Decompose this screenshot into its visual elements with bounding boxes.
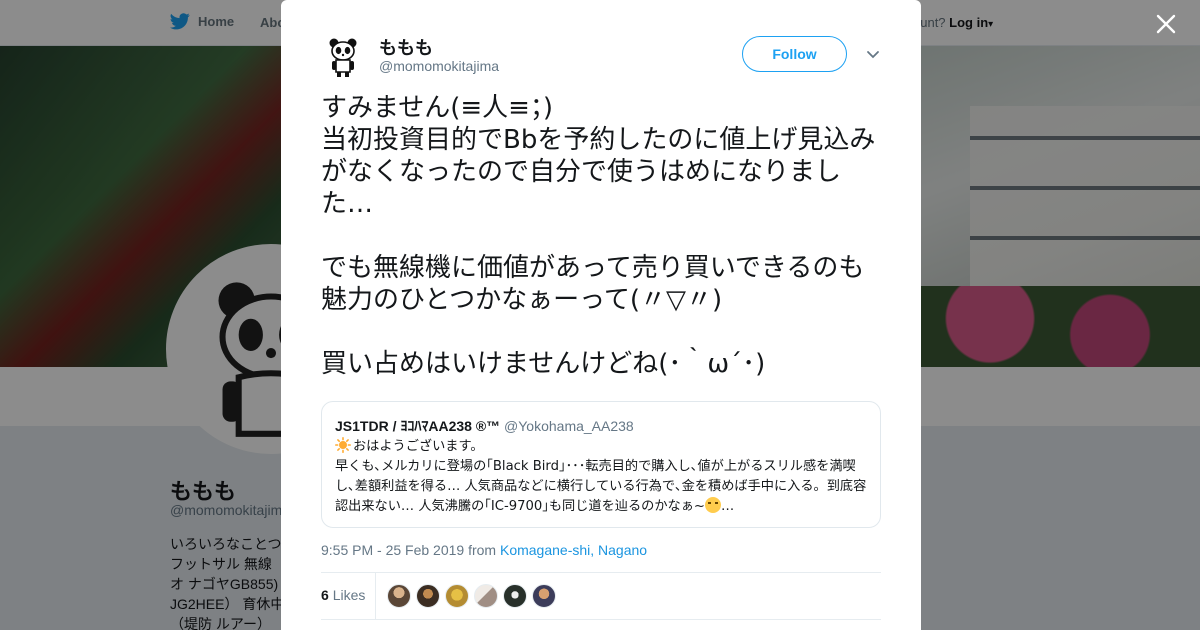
stats-divider bbox=[375, 573, 376, 619]
liker-avatar[interactable] bbox=[387, 584, 411, 608]
sun-emoji-icon bbox=[335, 437, 351, 453]
chevron-down-icon[interactable] bbox=[865, 46, 881, 62]
likes-stat[interactable]: 6 Likes bbox=[321, 587, 365, 603]
tweet-location-link[interactable]: Komagane-shi, Nagano bbox=[500, 542, 647, 558]
tweet-modal: ももも @momomokitajima Follow すみません(≡人≡；) 当… bbox=[281, 0, 921, 630]
tweet-stats: 6 Likes bbox=[321, 572, 881, 620]
quoted-tweet-text: おはようございます。 早くも､メルカリに登場の｢Black Bird｣･･･転売… bbox=[335, 437, 870, 517]
likes-count: 6 bbox=[321, 587, 329, 603]
author-name[interactable]: ももも bbox=[379, 34, 433, 60]
close-icon[interactable] bbox=[1154, 12, 1178, 36]
liker-avatar[interactable] bbox=[474, 584, 498, 608]
confounded-face-emoji-icon bbox=[704, 497, 721, 513]
tweet-text: すみません(≡人≡；) 当初投資目的でBbを予約したのに値上げ見込みがなくなった… bbox=[321, 93, 876, 379]
liker-avatar[interactable] bbox=[416, 584, 440, 608]
author-avatar[interactable] bbox=[321, 34, 365, 78]
follow-button[interactable]: Follow bbox=[742, 36, 847, 72]
author-handle[interactable]: @momomokitajima bbox=[379, 58, 499, 74]
liker-avatars bbox=[387, 584, 556, 608]
liker-avatar[interactable] bbox=[445, 584, 469, 608]
quoted-author-name: JS1TDR / ﾖｺﾊﾏAA238 ®™ bbox=[335, 418, 501, 434]
tweet-timestamp[interactable]: 9:55 PM - 25 Feb 2019 bbox=[321, 542, 464, 558]
tweet-metadata: 9:55 PM - 25 Feb 2019 from Komagane-shi,… bbox=[321, 542, 647, 558]
quoted-greeting: おはようございます。 bbox=[353, 439, 484, 454]
quoted-body: 早くも､メルカリに登場の｢Black Bird｣･･･転売目的で購入し､値が上が… bbox=[335, 459, 867, 514]
from-label: from bbox=[468, 542, 497, 558]
quoted-ellipsis: … bbox=[720, 499, 735, 514]
quoted-tweet-header: JS1TDR / ﾖｺﾊﾏAA238 ®™ @Yokohama_AA238 bbox=[335, 416, 634, 436]
liker-avatar[interactable] bbox=[503, 584, 527, 608]
likes-label: Likes bbox=[332, 587, 366, 603]
quoted-tweet[interactable]: JS1TDR / ﾖｺﾊﾏAA238 ®™ @Yokohama_AA238 おは… bbox=[321, 401, 881, 528]
quoted-author-handle: @Yokohama_AA238 bbox=[504, 418, 634, 434]
liker-avatar[interactable] bbox=[532, 584, 556, 608]
